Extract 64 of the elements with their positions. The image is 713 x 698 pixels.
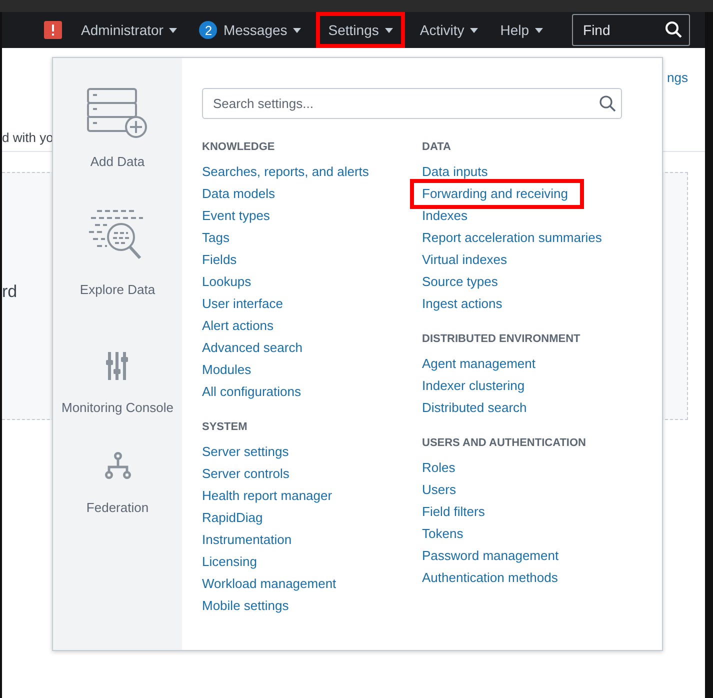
settings-link[interactable]: Data models (202, 183, 275, 205)
settings-link[interactable]: Advanced search (202, 337, 302, 359)
settings-link[interactable]: Indexer clustering (422, 375, 525, 397)
nav-menu-item[interactable]: Activity (412, 12, 486, 48)
message-count-badge: 2 (199, 21, 218, 39)
settings-link[interactable]: Searches, reports, and alerts (202, 161, 369, 183)
settings-link[interactable]: Mobile settings (202, 595, 289, 617)
search-icon (665, 21, 682, 38)
settings-link[interactable]: User interface (202, 293, 283, 315)
settings-link[interactable]: Lookups (202, 271, 252, 293)
settings-link[interactable]: Tokens (422, 523, 464, 545)
card-title: rd (2, 282, 18, 302)
shortcut-link[interactable]: Add Data (86, 80, 148, 208)
settings-link[interactable]: Report acceleration summaries (422, 227, 602, 249)
settings-link[interactable]: Roles (422, 457, 456, 479)
shortcut-link[interactable]: Monitoring Console (61, 334, 174, 444)
settings-link[interactable]: Server settings (202, 441, 289, 463)
settings-link[interactable]: Tags (202, 227, 230, 249)
caret-icon (293, 28, 302, 32)
settings-link[interactable]: Field filters (422, 501, 485, 523)
settings-link[interactable]: Ingest actions (422, 293, 502, 315)
server-plus-icon (86, 88, 148, 140)
caret-icon (535, 28, 544, 32)
nav-menu-item[interactable]: 2 Messages (192, 12, 308, 48)
nav-menu-item[interactable]: Settings (316, 12, 405, 48)
settings-link[interactable]: Agent management (422, 353, 536, 375)
section-heading: DISTRIBUTED ENVIRONMENT (422, 333, 580, 347)
settings-link[interactable]: Server controls (202, 463, 290, 485)
caret-icon (169, 28, 178, 32)
section-heading: KNOWLEDGE (202, 141, 275, 155)
settings-link[interactable]: Fields (202, 249, 237, 271)
caret-icon (470, 28, 478, 32)
nav-menu-item[interactable]: Administrator (74, 12, 184, 48)
find-field[interactable]: Find (572, 14, 690, 46)
search-icon (599, 95, 616, 112)
nav-menu-item[interactable]: Help (493, 12, 550, 48)
settings-link[interactable]: Data inputs (422, 161, 488, 183)
caret-icon (384, 28, 393, 32)
section-heading: SYSTEM (202, 421, 248, 435)
settings-link[interactable]: Indexes (422, 205, 468, 227)
section-heading: USERS AND AUTHENTICATION (422, 437, 586, 451)
shortcut-link[interactable]: Federation (86, 444, 149, 515)
settings-link[interactable]: RapidDiag (202, 507, 263, 529)
settings-link[interactable]: Licensing (202, 551, 257, 573)
settings-link[interactable]: Event types (202, 205, 270, 227)
settings-link[interactable]: All configurations (202, 381, 301, 403)
settings-link[interactable]: Workload management (202, 573, 336, 595)
sliders-icon (106, 352, 128, 380)
hierarchy-icon (104, 452, 130, 480)
alert-icon[interactable] (44, 21, 62, 39)
settings-link[interactable]: Password management (422, 545, 559, 567)
settings-link[interactable]: Source types (422, 271, 498, 293)
settings-link[interactable]: Health report manager (202, 485, 332, 507)
search-settings-field[interactable]: Search settings... (202, 88, 622, 119)
shortcut-link[interactable]: Explore Data (80, 208, 156, 334)
settings-link[interactable]: Alert actions (202, 315, 274, 337)
settings-link[interactable]: Modules (202, 359, 252, 381)
settings-link[interactable]: Authentication methods (422, 567, 558, 589)
settings-link[interactable]: Instrumentation (202, 529, 292, 551)
settings-link[interactable]: Distributed search (422, 397, 527, 419)
settings-link[interactable]: Users (422, 479, 456, 501)
section-heading: DATA (422, 141, 451, 155)
page-link[interactable]: ngs (667, 70, 688, 85)
settings-link[interactable]: Virtual indexes (422, 249, 508, 271)
